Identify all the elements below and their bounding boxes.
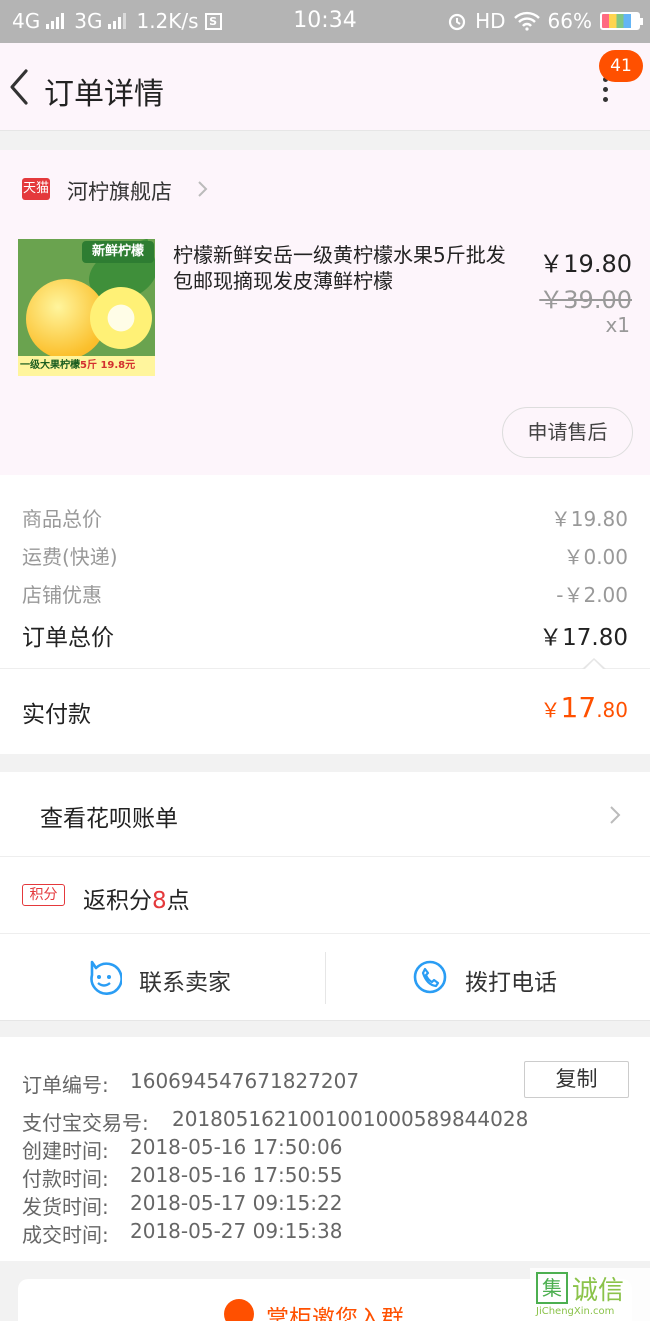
chevron-right-icon bbox=[610, 806, 621, 824]
back-arrow-icon[interactable] bbox=[6, 65, 36, 109]
call-phone-label: 拨打电话 bbox=[465, 970, 557, 996]
order-number-label: 订单编号: bbox=[22, 1073, 109, 1097]
product-original-price: ￥39.00 bbox=[539, 286, 632, 314]
points-suffix: 点 bbox=[166, 888, 190, 914]
contact-bar: 联系卖家 拨打电话 bbox=[0, 934, 650, 1021]
watermark-logo: 集 bbox=[536, 1272, 568, 1304]
points-prefix: 返积分 bbox=[83, 888, 152, 914]
shipping-value: ￥0.00 bbox=[563, 545, 628, 569]
paid-integer: 17 bbox=[560, 691, 597, 724]
points-row: 积分 返积分8点 bbox=[0, 857, 650, 934]
shipping-row: 运费(快递) ￥0.00 bbox=[22, 541, 628, 570]
group-icon bbox=[224, 1299, 254, 1321]
huabei-bill-label: 查看花呗账单 bbox=[40, 806, 178, 832]
tmall-badge: 天猫 bbox=[22, 178, 50, 200]
shipped-time-label: 发货时间: bbox=[22, 1195, 109, 1219]
chevron-right-icon bbox=[198, 181, 208, 197]
price-summary: 商品总价 ￥19.80 运费(快递) ￥0.00 店铺优惠 -￥2.00 订单总… bbox=[0, 475, 650, 754]
paid-value: ￥17.80 bbox=[541, 691, 628, 724]
product-title[interactable]: 柠檬新鲜安岳一级黄柠檬水果5斤批发包邮现摘现发皮薄鲜柠檬 bbox=[173, 242, 518, 294]
battery-percent: 66% bbox=[547, 9, 592, 33]
shipping-label: 运费(快递) bbox=[22, 545, 118, 569]
discount-label: 店铺优惠 bbox=[22, 583, 102, 607]
copy-button[interactable]: 复制 bbox=[524, 1061, 629, 1098]
points-number: 8 bbox=[152, 888, 167, 914]
goods-total-label: 商品总价 bbox=[22, 507, 102, 531]
deal-time-value: 2018-05-27 09:15:38 bbox=[130, 1219, 343, 1243]
paid-decimal: .80 bbox=[596, 698, 628, 722]
shop-name: 河柠旗舰店 bbox=[67, 180, 172, 204]
created-time-value: 2018-05-16 17:50:06 bbox=[130, 1135, 343, 1159]
join-group-label: 掌柜邀您入群 bbox=[266, 1306, 404, 1321]
created-time-row: 创建时间: 2018-05-16 17:50:06 bbox=[22, 1135, 342, 1164]
product-quantity: x1 bbox=[605, 313, 630, 337]
shipped-time-row: 发货时间: 2018-05-17 09:15:22 bbox=[22, 1191, 342, 1220]
created-time-label: 创建时间: bbox=[22, 1139, 109, 1163]
points-text: 返积分8点 bbox=[83, 881, 190, 915]
image-lemon-slice bbox=[90, 287, 152, 349]
battery-icon bbox=[600, 12, 643, 30]
notification-badge: 41 bbox=[599, 50, 643, 82]
alipay-trade-value: 2018051621001001000589844028 bbox=[172, 1107, 529, 1131]
paid-time-label: 付款时间: bbox=[22, 1167, 109, 1191]
discount-row: 店铺优惠 -￥2.00 bbox=[22, 579, 628, 608]
paid-currency: ￥ bbox=[540, 698, 561, 722]
call-phone-button[interactable]: 拨打电话 bbox=[325, 934, 650, 1021]
watermark-url: JiChengXin.com bbox=[536, 1306, 615, 1317]
phone-icon bbox=[413, 960, 447, 994]
image-banner-price: 19.8元 bbox=[100, 360, 136, 371]
paid-time-value: 2018-05-16 17:50:55 bbox=[130, 1163, 343, 1187]
product-image[interactable]: 新鲜柠檬 一级大果柠檬5斤 19.8元 bbox=[18, 239, 155, 376]
discount-value: -￥2.00 bbox=[556, 583, 628, 607]
chat-face-icon bbox=[90, 960, 122, 995]
alipay-trade-row: 支付宝交易号: 2018051621001001000589844028 bbox=[22, 1107, 528, 1136]
nav-bar: 订单详情 bbox=[0, 43, 650, 131]
page-title: 订单详情 bbox=[44, 77, 164, 112]
after-sale-button[interactable]: 申请售后 bbox=[502, 407, 633, 458]
paid-row: 实付款 ￥17.80 bbox=[22, 691, 628, 729]
wifi-icon bbox=[513, 11, 540, 31]
goods-total-row: 商品总价 ￥19.80 bbox=[22, 503, 628, 532]
alarm-icon bbox=[448, 13, 466, 31]
goods-total-value: ￥19.80 bbox=[550, 507, 628, 531]
contact-seller-button[interactable]: 联系卖家 bbox=[0, 934, 325, 1021]
paid-label: 实付款 bbox=[22, 702, 91, 728]
alipay-trade-label: 支付宝交易号: bbox=[22, 1111, 149, 1135]
order-number-row: 订单编号: 160694547671827207 bbox=[22, 1069, 359, 1098]
status-right: HD 66% bbox=[447, 9, 643, 33]
watermark: 集 诚信 JiChengXin.com bbox=[530, 1268, 650, 1321]
image-banner-text: 一级大果柠檬 bbox=[20, 360, 80, 371]
image-banner-bottom: 一级大果柠檬5斤 19.8元 bbox=[18, 356, 155, 376]
image-banner-weight: 5斤 bbox=[80, 360, 97, 371]
deal-time-row: 成交时间: 2018-05-27 09:15:38 bbox=[22, 1219, 342, 1248]
shop-row[interactable]: 天猫 河柠旗舰店 bbox=[0, 150, 650, 228]
deal-time-label: 成交时间: bbox=[22, 1223, 109, 1247]
hd-label: HD bbox=[475, 9, 506, 33]
huabei-bill-row[interactable]: 查看花呗账单 bbox=[0, 772, 650, 857]
contact-seller-label: 联系卖家 bbox=[139, 970, 231, 996]
pointer-triangle-fill bbox=[584, 660, 604, 670]
shipped-time-value: 2018-05-17 09:15:22 bbox=[130, 1191, 343, 1215]
paid-time-row: 付款时间: 2018-05-16 17:50:55 bbox=[22, 1163, 342, 1192]
status-bar: 4G 3G 1.2K/s S 10:34 HD 66% bbox=[0, 0, 650, 43]
order-info: 订单编号: 160694547671827207 复制 支付宝交易号: 2018… bbox=[0, 1037, 650, 1261]
order-number-value: 160694547671827207 bbox=[130, 1069, 360, 1093]
order-total-row: 订单总价 ￥17.80 bbox=[22, 618, 628, 652]
points-badge: 积分 bbox=[22, 884, 65, 906]
watermark-text: 诚信 bbox=[572, 1276, 625, 1306]
order-item-card: 天猫 河柠旗舰店 新鲜柠檬 一级大果柠檬5斤 19.8元 柠檬新鲜安岳一级黄柠檬… bbox=[0, 150, 650, 475]
image-banner-top: 新鲜柠檬 bbox=[82, 241, 154, 263]
product-price: ￥19.80 bbox=[539, 250, 632, 278]
order-total-value: ￥17.80 bbox=[539, 625, 628, 651]
divider bbox=[0, 668, 650, 669]
order-total-label: 订单总价 bbox=[22, 625, 114, 651]
